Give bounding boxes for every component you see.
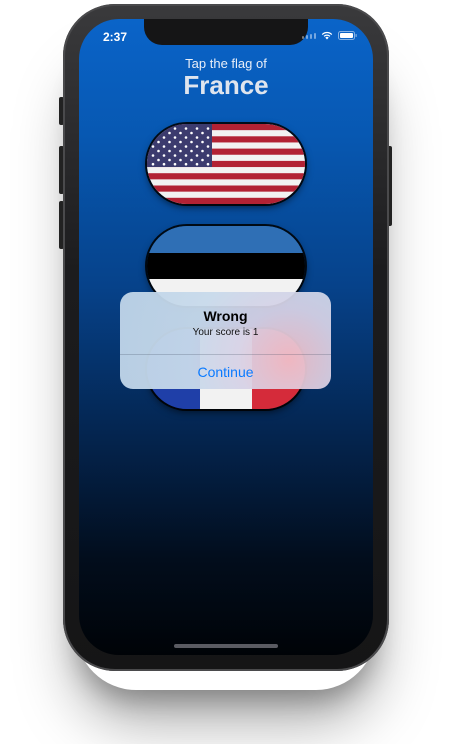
home-indicator[interactable] bbox=[174, 644, 278, 648]
notch bbox=[144, 19, 308, 45]
result-alert: Wrong Your score is 1 Continue bbox=[120, 292, 331, 389]
device-mockup: 2:37 Tap the flag of France Wrong Your s… bbox=[0, 0, 451, 744]
target-country: France bbox=[183, 70, 269, 100]
status-icons bbox=[302, 31, 357, 40]
wifi-icon bbox=[321, 31, 333, 40]
continue-button[interactable]: Continue bbox=[120, 355, 331, 389]
us-flag-icon bbox=[147, 124, 305, 204]
alert-message: Your score is 1 bbox=[192, 327, 259, 338]
alert-title: Wrong bbox=[203, 308, 248, 324]
status-time: 2:37 bbox=[103, 30, 128, 44]
signal-icon bbox=[302, 32, 316, 39]
question-prompt: Tap the flag of bbox=[185, 56, 267, 71]
battery-icon bbox=[338, 31, 357, 40]
flag-button-us[interactable] bbox=[147, 124, 305, 204]
app-screen: 2:37 Tap the flag of France Wrong Your s… bbox=[79, 19, 373, 655]
